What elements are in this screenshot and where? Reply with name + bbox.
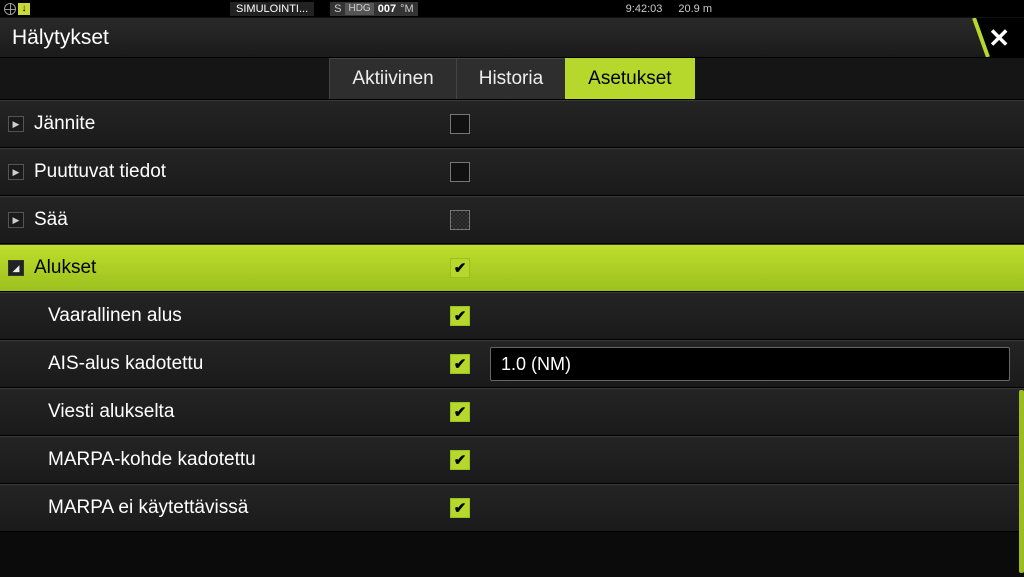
row-missing-data[interactable]: ▶ Puuttuvat tiedot	[0, 148, 1024, 196]
row-marpa-unavailable[interactable]: MARPA ei käytettävissä	[0, 484, 1024, 532]
download-icon: ↓	[18, 3, 30, 15]
globe-icon	[4, 3, 16, 15]
checkbox-dangerous-vessel[interactable]	[450, 306, 470, 326]
row-ais-lost[interactable]: AIS-alus kadotettu 1.0 (NM)	[0, 340, 1024, 388]
row-label: Alukset	[34, 257, 96, 279]
checkbox-ais-lost[interactable]	[450, 354, 470, 374]
tab-history[interactable]: Historia	[456, 58, 565, 99]
row-label: Viesti alukselta	[48, 401, 174, 423]
status-icons: ↓	[4, 3, 30, 15]
chevron-right-icon[interactable]: ▶	[8, 116, 24, 132]
status-heading: S HDG 007 °M	[330, 2, 418, 16]
chevron-right-icon[interactable]: ▶	[8, 164, 24, 180]
row-vessels[interactable]: ◢ Alukset	[0, 244, 1024, 292]
row-label: Puuttuvat tiedot	[34, 161, 166, 183]
scrollbar-thumb[interactable]	[1019, 390, 1024, 573]
row-vessel-message[interactable]: Viesti alukselta	[0, 388, 1024, 436]
hdg-label: HDG	[345, 3, 373, 15]
checkbox-vessel-message[interactable]	[450, 402, 470, 422]
status-time: 9:42:03	[626, 3, 663, 15]
checkbox-missing-data[interactable]	[450, 162, 470, 182]
checkbox-voltage[interactable]	[450, 114, 470, 134]
chevron-right-icon[interactable]: ▶	[8, 212, 24, 228]
tab-settings[interactable]: Asetukset	[565, 58, 694, 99]
page-title: Hälytykset	[12, 26, 109, 50]
row-label: Vaarallinen alus	[48, 305, 182, 327]
row-label: Jännite	[34, 113, 95, 135]
row-voltage[interactable]: ▶ Jännite	[0, 100, 1024, 148]
hdg-unit: °M	[400, 3, 414, 15]
close-icon: ✕	[988, 25, 1010, 51]
row-label: MARPA ei käytettävissä	[48, 497, 248, 519]
row-label: AIS-alus kadotettu	[48, 353, 203, 375]
ais-lost-value-field[interactable]: 1.0 (NM)	[490, 347, 1010, 381]
close-button[interactable]: ✕	[954, 18, 1024, 57]
tab-active[interactable]: Aktiivinen	[329, 58, 455, 99]
checkbox-vessels[interactable]	[450, 258, 470, 278]
title-bar: Hälytykset ✕	[0, 18, 1024, 58]
row-label: Sää	[34, 209, 68, 231]
row-marpa-lost[interactable]: MARPA-kohde kadotettu	[0, 436, 1024, 484]
hdg-prefix: S	[334, 3, 341, 15]
settings-list: ▶ Jännite ▶ Puuttuvat tiedot ▶ Sää ◢ Alu…	[0, 100, 1024, 577]
status-simulation: SIMULOINTI...	[230, 2, 314, 16]
status-depth: 20.9 m	[678, 3, 712, 15]
row-dangerous-vessel[interactable]: Vaarallinen alus	[0, 292, 1024, 340]
hdg-value: 007	[378, 3, 396, 15]
checkbox-marpa-lost[interactable]	[450, 450, 470, 470]
status-bar: ↓ SIMULOINTI... S HDG 007 °M 9:42:03 20.…	[0, 0, 1024, 18]
checkbox-weather[interactable]	[450, 210, 470, 230]
chevron-down-icon[interactable]: ◢	[8, 260, 24, 276]
row-weather[interactable]: ▶ Sää	[0, 196, 1024, 244]
tab-bar: Aktiivinen Historia Asetukset	[0, 58, 1024, 100]
checkbox-marpa-unavailable[interactable]	[450, 498, 470, 518]
row-label: MARPA-kohde kadotettu	[48, 449, 256, 471]
